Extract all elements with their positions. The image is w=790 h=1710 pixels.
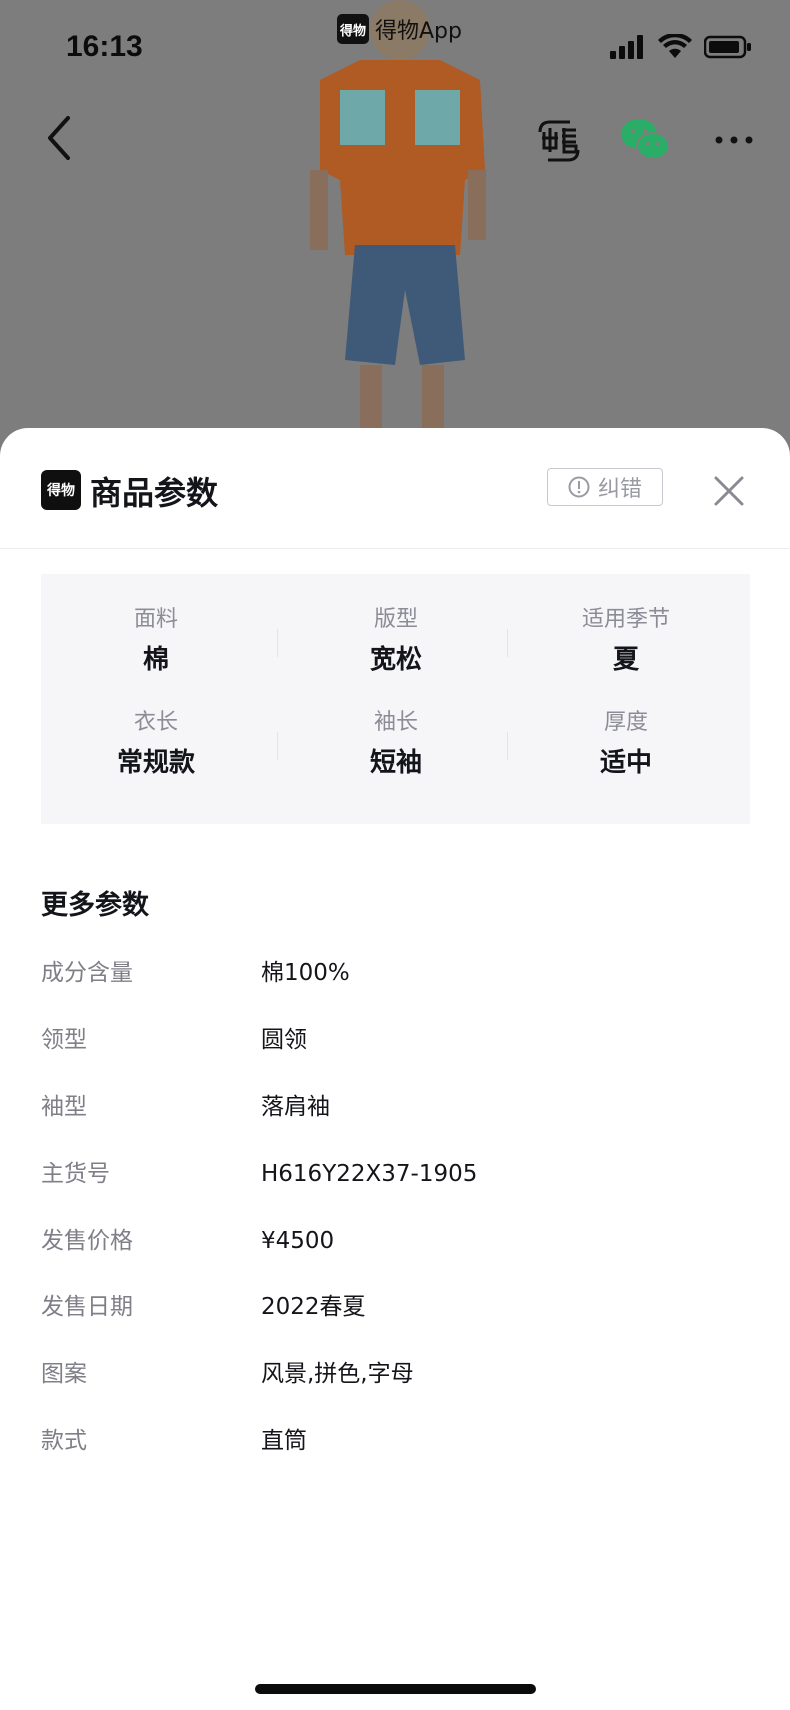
key-param-length: 衣长 常规款 xyxy=(41,709,271,781)
product-page-background: 16:13 得物 得物App xyxy=(0,0,790,470)
report-error-button[interactable]: 纠错 xyxy=(547,468,663,506)
key-param-label: 面料 xyxy=(133,607,178,632)
param-row: 主货号 H616Y22X37-1905 xyxy=(41,1154,741,1194)
status-time: 16:13 xyxy=(66,30,143,63)
param-label: 款式 xyxy=(41,1428,87,1454)
param-value: 圆领 xyxy=(261,1027,307,1053)
key-param-season: 适用季节 夏 xyxy=(511,606,741,678)
param-label: 发售价格 xyxy=(41,1228,133,1254)
param-label: 主货号 xyxy=(41,1161,110,1187)
product-model-image xyxy=(310,0,486,435)
key-param-value: 短袖 xyxy=(369,748,422,778)
divider xyxy=(277,732,278,760)
key-param-value: 适中 xyxy=(599,748,652,778)
key-param-value: 宽松 xyxy=(369,645,422,675)
battery-icon xyxy=(704,35,751,59)
param-label: 成分含量 xyxy=(41,960,133,986)
divider xyxy=(507,629,508,657)
key-param-value: 常规款 xyxy=(116,748,195,778)
status-icons xyxy=(610,34,752,60)
param-value: 直筒 xyxy=(261,1428,307,1454)
signal-icon xyxy=(610,35,643,59)
sheet-title: 商品参数 xyxy=(90,474,219,512)
param-label: 袖型 xyxy=(41,1094,87,1120)
param-label: 发售日期 xyxy=(41,1294,133,1320)
key-param-value: 夏 xyxy=(612,645,639,675)
app-logo: 得物 xyxy=(337,14,369,44)
key-param-fabric: 面料 棉 xyxy=(41,606,271,678)
key-param-label: 厚度 xyxy=(603,710,648,735)
home-indicator[interactable] xyxy=(255,1684,536,1694)
wifi-icon xyxy=(658,34,692,58)
status-app-indicator: 得物 得物App xyxy=(337,14,462,44)
divider xyxy=(277,629,278,657)
param-value: 棉100% xyxy=(261,960,350,986)
key-param-thickness: 厚度 适中 xyxy=(511,709,741,781)
param-row: 成分含量 棉100% xyxy=(41,953,741,993)
param-value: 2022春夏 xyxy=(261,1294,366,1320)
sheet-header: 得物 商品参数 纠错 xyxy=(0,428,790,549)
product-params-sheet: 得物 商品参数 纠错 面料 棉 版型 宽松 适用季节 夏 衣长 常规款 袖长 短… xyxy=(0,428,790,1710)
divider xyxy=(507,732,508,760)
param-row: 袖型 落肩袖 xyxy=(41,1087,741,1127)
param-label: 领型 xyxy=(41,1027,87,1053)
param-row: 发售日期 2022春夏 xyxy=(41,1287,741,1327)
more-params-title: 更多参数 xyxy=(41,890,149,921)
report-error-label: 纠错 xyxy=(597,477,642,502)
key-param-fit: 版型 宽松 xyxy=(281,606,511,678)
app-name: 得物App xyxy=(375,19,462,44)
param-value: 落肩袖 xyxy=(261,1094,330,1120)
key-param-label: 版型 xyxy=(373,607,418,632)
param-value: H616Y22X37-1905 xyxy=(261,1161,478,1187)
brand-logo: 得物 xyxy=(41,470,81,510)
key-param-value: 棉 xyxy=(142,645,169,675)
more-icon[interactable] xyxy=(714,122,754,158)
chevron-left-icon[interactable] xyxy=(40,112,80,164)
alert-circle-icon xyxy=(568,476,590,498)
sell-icon[interactable] xyxy=(536,118,582,164)
param-row: 发售价格 ¥4500 xyxy=(41,1221,741,1261)
key-param-label: 衣长 xyxy=(133,710,178,735)
key-param-sleeve: 袖长 短袖 xyxy=(281,709,511,781)
param-row: 图案 风景,拼色,字母 xyxy=(41,1354,741,1394)
key-params-panel: 面料 棉 版型 宽松 适用季节 夏 衣长 常规款 袖长 短袖 厚度 适中 xyxy=(41,574,750,824)
param-label: 图案 xyxy=(41,1361,87,1387)
param-value: 风景,拼色,字母 xyxy=(261,1361,414,1387)
param-row: 款式 直筒 xyxy=(41,1421,741,1461)
key-param-label: 适用季节 xyxy=(581,607,670,632)
wechat-icon[interactable] xyxy=(620,118,670,162)
param-value: ¥4500 xyxy=(261,1228,335,1254)
close-icon[interactable] xyxy=(712,474,746,508)
param-row: 领型 圆领 xyxy=(41,1020,741,1060)
key-param-label: 袖长 xyxy=(373,710,418,735)
